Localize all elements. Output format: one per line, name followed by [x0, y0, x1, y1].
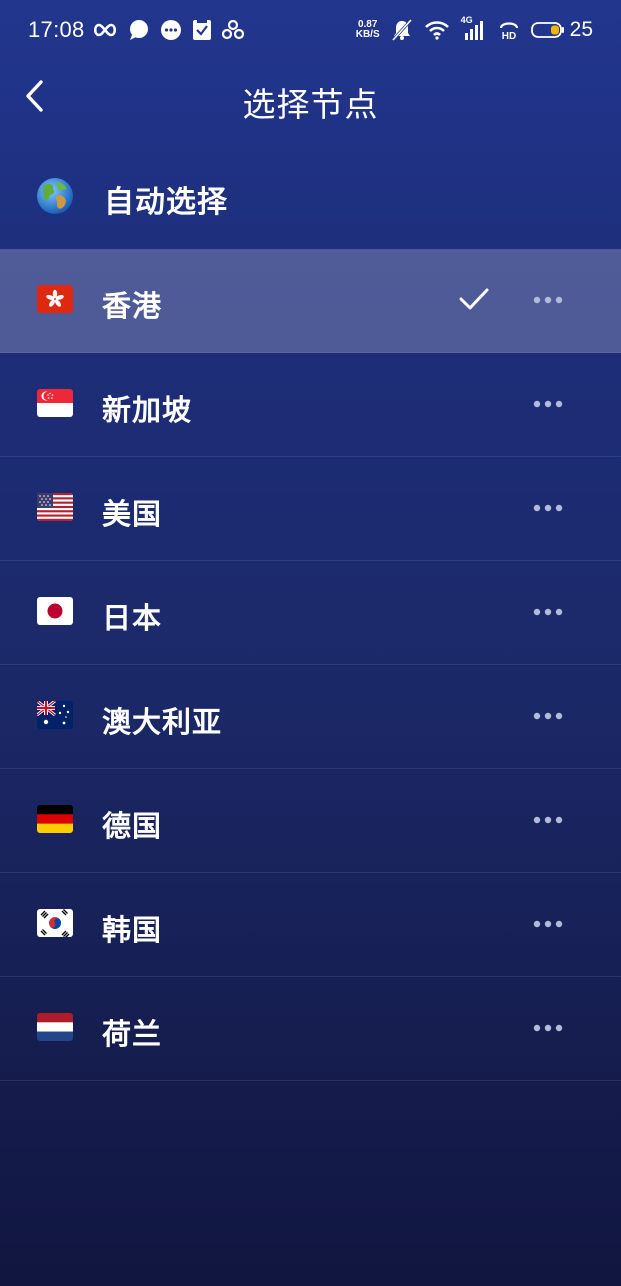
server-item-japan[interactable]: 日本 [0, 561, 621, 665]
more-options-icon[interactable] [532, 607, 564, 617]
auto-select-label: 自动选择 [104, 185, 228, 220]
chat-bubble-icon [130, 20, 148, 40]
server-list: 香港 新加坡 美国 日本 澳大利亚 德国 韩国 荷兰 [0, 249, 621, 1081]
more-options-icon[interactable] [532, 1023, 564, 1033]
singapore-flag-icon [37, 389, 73, 417]
server-name: 澳大利亚 [102, 705, 223, 739]
more-options-icon[interactable] [532, 295, 564, 305]
svg-text:HD: HD [501, 31, 515, 41]
server-item-hong-kong[interactable]: 香港 [0, 249, 621, 353]
notification-icons [92, 19, 244, 41]
message-icon [161, 20, 181, 40]
us-flag-icon [37, 493, 73, 521]
app-header: 选择节点 [0, 62, 621, 138]
net-speed: 0.87 KB/S [356, 20, 380, 40]
auto-select-row[interactable]: 自动选择 [0, 145, 621, 249]
wifi-icon [424, 21, 449, 40]
server-name: 美国 [102, 497, 163, 531]
server-name: 香港 [102, 289, 163, 323]
server-item-usa[interactable]: 美国 [0, 457, 621, 561]
status-bar: 17:08 0.87 KB/S 4G HD 25 [0, 0, 621, 62]
server-item-korea[interactable]: 韩国 [0, 873, 621, 977]
more-options-icon[interactable] [532, 919, 564, 929]
signal-icon [464, 21, 483, 40]
globe-icon [37, 178, 73, 214]
australia-flag-icon [37, 701, 73, 729]
server-name: 荷兰 [102, 1017, 163, 1051]
japan-flag-icon [37, 597, 73, 625]
infinity-icon [93, 23, 117, 37]
hong-kong-flag-icon [37, 285, 73, 313]
battery-level: 25 [569, 18, 593, 41]
battery-icon [530, 22, 564, 38]
server-name: 德国 [102, 809, 163, 843]
more-options-icon[interactable] [532, 399, 564, 409]
signal-indicator: 4G [461, 15, 487, 41]
korea-flag-icon [37, 909, 73, 937]
more-options-icon[interactable] [532, 711, 564, 721]
server-item-netherlands[interactable]: 荷兰 [0, 977, 621, 1081]
server-name: 韩国 [102, 913, 163, 947]
net-speed-unit: KB/S [355, 29, 380, 40]
more-options-icon[interactable] [532, 815, 564, 825]
server-item-australia[interactable]: 澳大利亚 [0, 665, 621, 769]
hd-icon: HD [499, 22, 518, 41]
check-icon [459, 288, 489, 310]
page-title: 选择节点 [242, 85, 379, 124]
server-item-germany[interactable]: 德国 [0, 769, 621, 873]
link-icon [222, 20, 244, 40]
server-name: 新加坡 [102, 393, 193, 427]
clipboard-icon [193, 20, 211, 40]
server-item-singapore[interactable]: 新加坡 [0, 353, 621, 457]
system-icons: 0.87 KB/S 4G HD 25 [356, 15, 593, 42]
germany-flag-icon [37, 805, 73, 833]
more-options-icon[interactable] [532, 503, 564, 513]
mute-icon [391, 19, 412, 41]
netherlands-flag-icon [37, 1013, 73, 1041]
status-time: 17:08 [28, 17, 85, 42]
server-name: 日本 [102, 601, 163, 635]
